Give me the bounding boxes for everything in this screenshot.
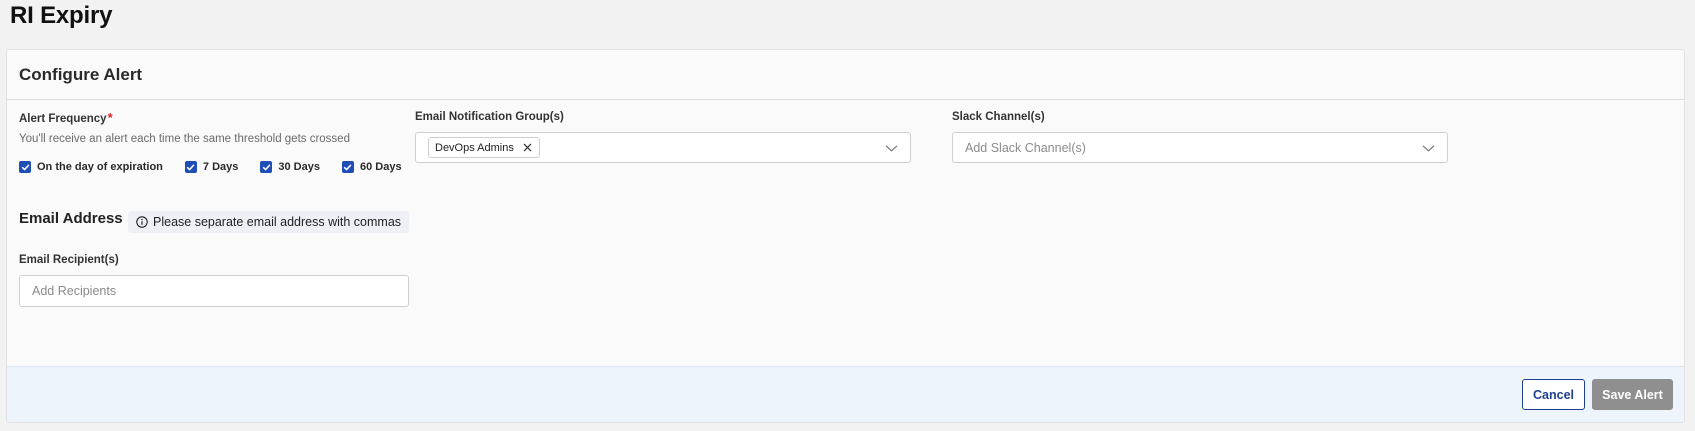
checkbox-on-day-of-expiration[interactable]: On the day of expiration [19, 161, 163, 173]
alert-frequency-options: On the day of expiration 7 Days 30 Days … [19, 161, 402, 173]
email-groups-select[interactable]: DevOps Admins [415, 132, 911, 163]
configure-alert-card: Configure Alert Alert Frequency* You'll … [6, 49, 1685, 423]
email-recipients-label: Email Recipient(s) [19, 254, 119, 266]
email-info-note: Please separate email address with comma… [128, 211, 410, 233]
checkbox-60-days[interactable]: 60 Days [341, 161, 402, 173]
email-info-text: Please separate email address with comma… [153, 215, 402, 229]
recipients-placeholder: Add Recipients [32, 284, 117, 298]
email-address-title: Email Address [19, 210, 123, 227]
checkbox-7-days[interactable]: 7 Days [184, 161, 239, 173]
info-icon [136, 216, 148, 228]
alert-frequency-label: Alert Frequency [19, 113, 107, 125]
required-mark: * [107, 110, 113, 125]
checkbox-30-days[interactable]: 30 Days [260, 161, 320, 173]
save-alert-button[interactable]: Save Alert [1592, 379, 1673, 410]
card-footer: Cancel Save Alert [7, 366, 1684, 422]
email-groups-label: Email Notification Group(s) [415, 111, 564, 123]
checkbox-label: On the day of expiration [37, 161, 163, 173]
cancel-button[interactable]: Cancel [1522, 379, 1585, 410]
chip-label: DevOps Admins [435, 141, 514, 154]
checkbox-checked-icon[interactable] [341, 161, 354, 173]
chevron-down-icon[interactable] [1422, 142, 1435, 155]
chevron-down-icon[interactable] [885, 142, 898, 155]
checkbox-checked-icon[interactable] [184, 161, 197, 173]
checkbox-checked-icon[interactable] [260, 161, 273, 173]
slack-channel-select[interactable]: Add Slack Channel(s) [952, 132, 1448, 163]
email-recipients-input[interactable]: Add Recipients [19, 275, 409, 307]
card-header: Configure Alert [7, 50, 1684, 100]
checkbox-label: 60 Days [359, 161, 402, 173]
checkbox-checked-icon[interactable] [19, 161, 31, 173]
alert-frequency-label-row: Alert Frequency* [19, 109, 113, 127]
page-title: RI Expiry [10, 2, 113, 29]
slack-placeholder: Add Slack Channel(s) [965, 140, 1086, 155]
selected-group-chip: DevOps Admins [428, 137, 540, 158]
alert-frequency-helper: You'll receive an alert each time the sa… [19, 133, 350, 145]
remove-chip-icon[interactable] [523, 143, 532, 152]
checkbox-label: 30 Days [278, 161, 320, 173]
checkbox-label: 7 Days [202, 161, 239, 173]
slack-label: Slack Channel(s) [952, 111, 1045, 123]
card-title: Configure Alert [19, 64, 143, 84]
